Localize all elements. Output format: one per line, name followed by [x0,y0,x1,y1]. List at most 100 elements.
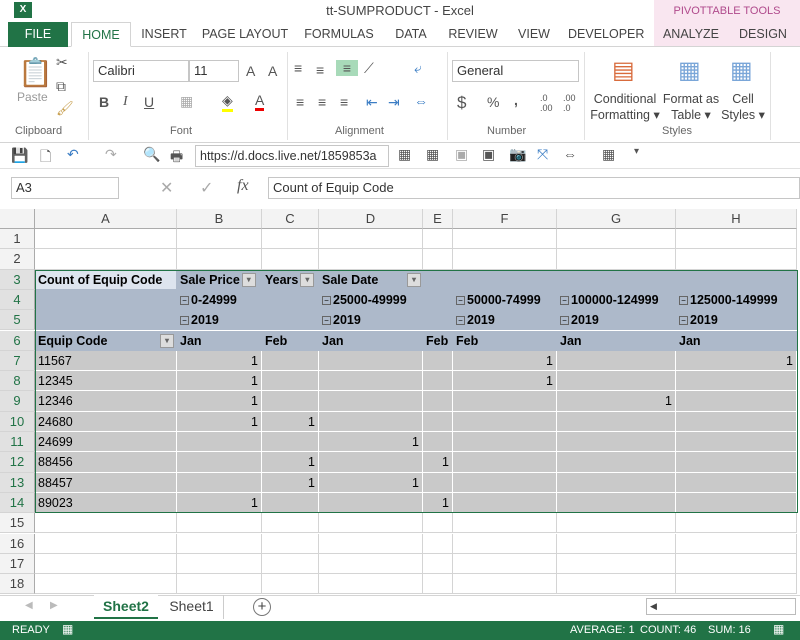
pivot-value-cell[interactable]: 1 [177,492,262,514]
pivot-filter-years[interactable]: Years ▾ [262,269,319,290]
align-middle-icon[interactable]: ≡ [316,62,324,78]
cell[interactable] [177,553,262,575]
column-header-h[interactable]: H [676,209,797,229]
pivot-year[interactable]: −2019 [319,310,423,331]
pivot-row-code[interactable]: 88456 [35,452,177,473]
cell[interactable] [453,229,557,250]
cell[interactable] [676,513,797,534]
pivot-value-cell[interactable] [423,350,453,372]
insert-function-button[interactable]: fx [237,177,249,195]
pivot-price-range[interactable]: −100000-124999 [557,289,676,311]
cell[interactable] [319,553,423,575]
paste-button[interactable]: Paste [17,90,48,104]
pivot-value-cell[interactable] [177,452,262,473]
pivot-value-cell[interactable]: 1 [423,452,453,473]
cell[interactable] [262,310,319,331]
row-header-3[interactable]: 3 [0,269,35,290]
format-painter-icon[interactable]: 🖌 [56,100,74,117]
cell[interactable] [453,513,557,534]
pivot-value-cell[interactable] [557,452,676,473]
cell[interactable] [177,574,262,595]
conditional-formatting-icon[interactable]: ▤ [612,56,635,85]
pivot-value-cell[interactable] [453,452,557,473]
cell[interactable] [35,289,177,311]
copy-icon[interactable]: ⧉ [56,78,66,95]
pivot-value-cell[interactable] [676,371,797,392]
cell[interactable] [676,229,797,250]
pivot-filter-sale-date[interactable]: Sale Date ▾ [319,269,453,290]
pivot-price-range[interactable]: −0-24999 [177,289,262,311]
cell[interactable] [557,533,676,554]
pivot-value-cell[interactable] [423,472,453,493]
tab-view[interactable]: VIEW [512,22,556,47]
cell[interactable] [177,229,262,250]
enter-icon[interactable]: ✓ [200,178,213,198]
cell[interactable] [676,553,797,575]
pivot-value-cell[interactable] [676,432,797,453]
cell[interactable] [35,310,177,331]
pivot-value-label[interactable]: Count of Equip Code [35,269,177,290]
pivot-value-cell[interactable] [319,371,423,392]
camera-icon[interactable]: 📷 [509,146,526,163]
save-icon[interactable]: 💾 [11,147,28,164]
row-header-18[interactable]: 18 [0,574,35,595]
filter-dropdown-icon[interactable]: ▾ [241,273,256,288]
pivot-value-cell[interactable] [423,371,453,392]
pivot-value-cell[interactable] [453,492,557,514]
pivot-value-cell[interactable]: 1 [423,492,453,514]
pivot-month-header[interactable]: Jan [557,330,676,351]
pivot-value-cell[interactable] [423,391,453,412]
pivot-price-range[interactable]: −25000-49999 [319,289,423,311]
pivot-row-code[interactable]: 24680 [35,411,177,432]
orientation-icon[interactable]: ⟋ [364,60,374,77]
column-header-c[interactable]: C [262,209,319,229]
italic-button[interactable]: I [123,94,128,110]
align-left-icon[interactable]: ≡ [296,94,304,110]
cell[interactable] [35,533,177,554]
pivot-price-range[interactable]: −50000-74999 [453,289,557,311]
cell[interactable] [262,513,319,534]
pivot-year[interactable]: −2019 [453,310,557,331]
pivot-value-cell[interactable] [423,411,453,432]
cell[interactable] [557,513,676,534]
cell[interactable] [453,269,557,290]
cell[interactable] [262,533,319,554]
decrease-indent-icon[interactable]: ⇤ [366,94,378,111]
cell[interactable] [557,229,676,250]
align-bottom-icon[interactable]: ≡ [336,60,358,76]
pivot-month-header[interactable]: Feb [262,330,319,351]
pivot-value-cell[interactable]: 1 [676,350,797,372]
url-combo[interactable]: https://d.docs.live.net/1859853a [195,145,389,167]
column-header-f[interactable]: F [453,209,557,229]
pivot-value-cell[interactable] [319,411,423,432]
pivot-value-cell[interactable] [676,472,797,493]
row-header-15[interactable]: 15 [0,513,35,534]
collapse-icon[interactable]: − [180,296,189,306]
row-header-16[interactable]: 16 [0,533,35,554]
cell[interactable] [177,513,262,534]
cell[interactable] [676,533,797,554]
pivot-value-cell[interactable]: 1 [453,350,557,372]
horizontal-scrollbar[interactable]: ◀ [646,598,796,615]
tab-home[interactable]: HOME [71,22,131,47]
cell[interactable] [319,249,423,270]
percent-icon[interactable]: % [487,94,499,110]
pivot-row-code[interactable]: 12345 [35,371,177,392]
pivot-value-cell[interactable] [423,432,453,453]
pivot-value-cell[interactable]: 1 [262,452,319,473]
pivot-value-cell[interactable] [177,472,262,493]
cell[interactable] [35,574,177,595]
pivot-month-header[interactable]: Feb [423,330,453,351]
cell[interactable] [423,310,453,331]
cell[interactable] [262,229,319,250]
normal-view-icon[interactable]: ▦ [773,622,784,636]
row-header-10[interactable]: 10 [0,411,35,432]
row-header-5[interactable]: 5 [0,310,35,331]
cell[interactable] [35,513,177,534]
pivot-value-cell[interactable] [262,432,319,453]
pivot-value-cell[interactable] [262,492,319,514]
scroll-right-icon[interactable]: ▶ [50,600,58,611]
pivot-price-range[interactable]: −125000-149999 [676,289,797,311]
cell[interactable] [423,249,453,270]
full-screen-icon[interactable]: ⤧ [537,146,548,163]
